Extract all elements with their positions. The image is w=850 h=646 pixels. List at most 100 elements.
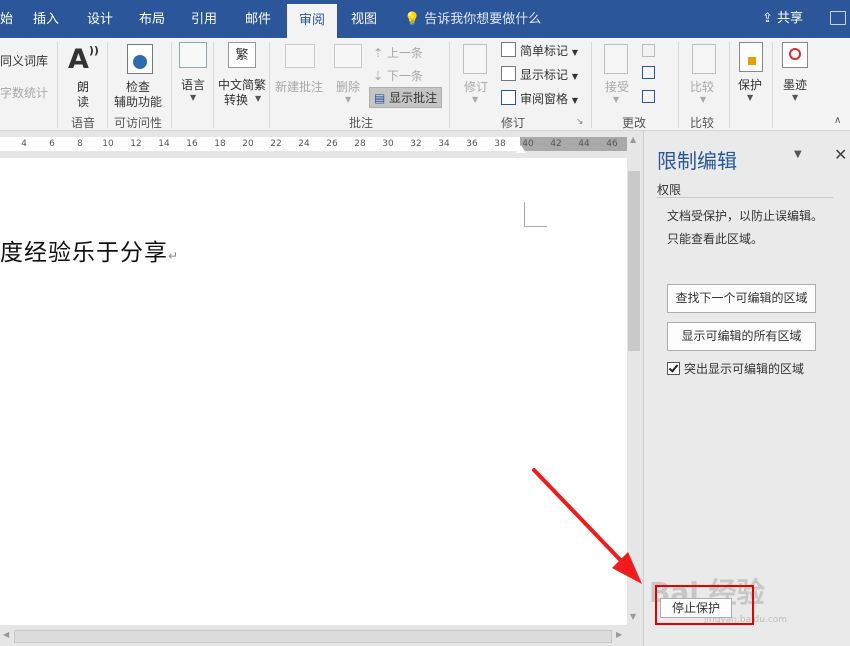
previous-icon: ⇡ — [373, 46, 387, 60]
scroll-down-icon[interactable]: ▼ — [630, 612, 636, 621]
collapse-ribbon-icon[interactable]: ∧ — [834, 115, 841, 126]
accept-button[interactable]: 接受 — [605, 78, 629, 95]
check-accessibility-label-2[interactable]: 辅助功能 — [114, 93, 162, 110]
group-separator — [449, 42, 450, 128]
review-pane-icon — [501, 90, 516, 105]
chinese-convert-icon: 繁 — [228, 42, 256, 68]
share-button[interactable]: ⇪ 共享 — [762, 0, 803, 38]
tab-references[interactable]: 引用 — [184, 0, 224, 38]
next-change-icon[interactable] — [642, 90, 655, 103]
horizontal-scroll-thumb[interactable] — [14, 630, 612, 643]
ruler-tick-label: 20 — [242, 139, 254, 149]
previous-comment-button[interactable]: ⇡ 上一条 — [373, 44, 423, 61]
new-comment-button[interactable]: 新建批注 — [275, 78, 323, 95]
share-label: 共享 — [777, 11, 804, 26]
ruler-tick-label: 26 — [326, 139, 338, 149]
delete-comment-button[interactable]: 删除 — [336, 78, 360, 95]
highlight-box — [655, 585, 754, 625]
read-aloud-label-2[interactable]: 读 — [77, 93, 89, 110]
tab-design[interactable]: 设计 — [80, 0, 120, 38]
compare-icon — [692, 44, 716, 74]
tab-home[interactable]: 始 — [0, 0, 13, 38]
checkbox-checked-icon — [667, 362, 680, 375]
chinese-convert-label-2[interactable]: 转换 — [224, 91, 248, 108]
protection-message: 文档受保护，以防止误编辑。 — [667, 209, 824, 223]
view-only-message: 只能查看此区域。 — [667, 232, 764, 246]
protect-icon — [739, 42, 763, 72]
tab-insert[interactable]: 插入 — [26, 0, 66, 38]
scroll-right-icon[interactable]: ▶ — [616, 630, 622, 639]
close-icon[interactable]: ✕ — [834, 145, 847, 164]
chevron-down-icon: ▼ — [613, 95, 620, 104]
horizontal-ruler[interactable]: 4 6 8 10 12 14 16 18 20 22 24 26 28 30 32 34 36 38 40 42 44 4… — [0, 131, 628, 158]
annotation-arrow — [532, 468, 642, 584]
accept-icon — [604, 44, 628, 74]
right-indent-marker[interactable] — [516, 145, 526, 153]
share-icon: ⇪ — [762, 11, 778, 26]
ruler-tick-label: 6 — [49, 139, 55, 149]
chevron-down-icon: ▼ — [255, 94, 262, 103]
show-comments-button[interactable]: ▤ 显示批注 — [369, 87, 443, 108]
review-pane-button[interactable]: 审阅窗格 ▼ — [501, 90, 578, 107]
group-separator — [729, 42, 730, 128]
comments-icon[interactable] — [830, 11, 846, 25]
group-label-changes: 更改 — [622, 116, 647, 130]
ruler-tick-label: 12 — [130, 139, 142, 149]
reject-icon[interactable] — [642, 44, 655, 57]
group-separator — [57, 42, 58, 128]
chevron-down-icon: ▼ — [747, 93, 754, 102]
thesaurus-button[interactable]: 同义词库 — [0, 52, 48, 69]
horizontal-scrollbar[interactable]: ◀ ▶ — [0, 627, 643, 646]
ribbon: 同义词库 字数统计 A)) 朗 读 语音 检查 辅助功能 可访问性 语言 ▼ 繁… — [0, 38, 850, 131]
ruler-tick-label: 42 — [550, 139, 562, 149]
dialog-launcher-icon[interactable]: ↘ — [576, 117, 584, 127]
group-separator — [171, 42, 172, 128]
ruler-tick-label: 8 — [77, 139, 83, 149]
markup-icon — [501, 42, 516, 57]
next-icon: ⇣ — [373, 69, 387, 83]
show-markup-button[interactable]: 显示标记 ▼ — [501, 66, 578, 83]
ruler-tick-label: 18 — [214, 139, 226, 149]
ruler-tick-label: 24 — [298, 139, 310, 149]
document-text[interactable]: 度经验乐于分享↵ — [0, 233, 179, 267]
tab-review[interactable]: 审阅 — [287, 4, 337, 38]
divider — [657, 197, 833, 198]
restrict-editing-pane: 限制编辑 ▼ ✕ 权限 文档受保护，以防止误编辑。 只能查看此区域。 查找下一个… — [643, 131, 850, 646]
language-button[interactable]: 语言 — [181, 76, 205, 93]
group-separator — [591, 42, 592, 128]
tab-view[interactable]: 视图 — [344, 0, 384, 38]
group-label-accessibility: 可访问性 — [114, 116, 163, 130]
next-comment-button[interactable]: ⇣ 下一条 — [373, 67, 423, 84]
tab-layout[interactable]: 布局 — [132, 0, 172, 38]
ruler-tick-label: 28 — [354, 139, 366, 149]
tab-mailings[interactable]: 邮件 — [238, 0, 278, 38]
tell-me-label: 告诉我你想要做什么 — [424, 12, 542, 27]
group-separator — [772, 42, 773, 128]
ink-button[interactable]: 墨迹 — [783, 76, 807, 93]
show-all-regions-button[interactable]: 显示可编辑的所有区域 — [667, 322, 816, 351]
scroll-left-icon[interactable]: ◀ — [3, 630, 9, 639]
chevron-down-icon: ▼ — [345, 95, 352, 104]
highlight-regions-checkbox[interactable]: 突出显示可编辑的区域 — [667, 360, 804, 377]
vertical-scroll-thumb[interactable] — [628, 171, 640, 351]
track-changes-button[interactable]: 修订 — [464, 78, 488, 95]
find-next-region-button[interactable]: 查找下一个可编辑的区域 — [667, 284, 816, 313]
compare-button[interactable]: 比较 — [690, 78, 714, 95]
show-comments-icon: ▤ — [374, 91, 390, 105]
scroll-up-icon[interactable]: ▲ — [630, 135, 636, 144]
read-aloud-icon: A)) — [68, 44, 99, 75]
ruler-tick-label: 22 — [270, 139, 282, 149]
simple-markup-select[interactable]: 简单标记 ▼ — [501, 42, 578, 59]
track-changes-icon — [463, 44, 487, 74]
word-count-button[interactable]: 字数统计 — [0, 84, 48, 101]
group-separator — [107, 42, 108, 128]
previous-change-icon[interactable] — [642, 66, 655, 79]
tell-me-search[interactable]: 💡 告诉我你想要做什么 — [404, 0, 541, 38]
paragraph-mark-icon: ↵ — [168, 249, 180, 263]
show-markup-icon — [501, 66, 516, 81]
pane-options-icon[interactable]: ▼ — [794, 149, 802, 160]
protect-button[interactable]: 保护 — [738, 76, 762, 93]
ruler-tick-label: 10 — [102, 139, 114, 149]
group-label-speech: 语音 — [71, 116, 96, 130]
ruler-tick-label: 14 — [158, 139, 170, 149]
